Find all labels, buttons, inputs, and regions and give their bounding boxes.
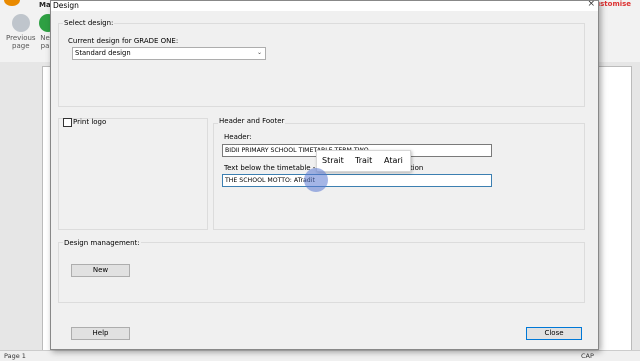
suggestion-item[interactable]: Trait [355,156,372,165]
cursor-highlight [304,168,328,192]
app-title: Ma [39,1,51,9]
suggestion-item[interactable]: Atari [384,156,403,165]
print-logo-checkbox[interactable] [63,118,72,127]
status-page: Page 1 [4,352,26,360]
header-label: Header: [224,133,252,141]
new-button[interactable]: New [71,264,130,277]
text-below-input[interactable]: THE SCHOOL MOTTO: ATradit [222,174,492,187]
text-below-input-value: THE SCHOOL MOTTO: ATradit [225,177,315,184]
design-management-group: Design management: [58,239,585,303]
dialog-title: Design [53,1,79,10]
design-management-label: Design management: [63,239,141,247]
dialog-close-icon[interactable]: × [587,0,595,9]
header-footer-label: Header and Footer [218,117,286,125]
select-design-label: Select design: [63,19,115,27]
print-logo-label: Print logo [73,118,107,126]
close-button[interactable]: Close [526,327,582,340]
previous-page-button[interactable]: Previous page [6,14,36,50]
spelling-suggestions: Strait Trait Atari [316,150,411,172]
select-design-group: Select design: Current design for GRADE … [58,19,585,107]
current-design-select[interactable]: Standard design ⌄ [72,47,266,60]
current-design-label: Current design for GRADE ONE: [68,37,179,45]
suggestion-item[interactable]: Strait [322,156,344,165]
status-caps: CAP [581,352,594,360]
arrow-left-icon [11,14,30,32]
dialog-titlebar: Design × [51,0,598,11]
current-design-value: Standard design [75,49,131,57]
app-logo-icon [4,0,20,6]
status-bar: Page 1 CAP [0,350,640,361]
help-button[interactable]: Help [71,327,130,340]
chevron-down-icon: ⌄ [256,49,262,56]
logo-panel [58,118,208,230]
